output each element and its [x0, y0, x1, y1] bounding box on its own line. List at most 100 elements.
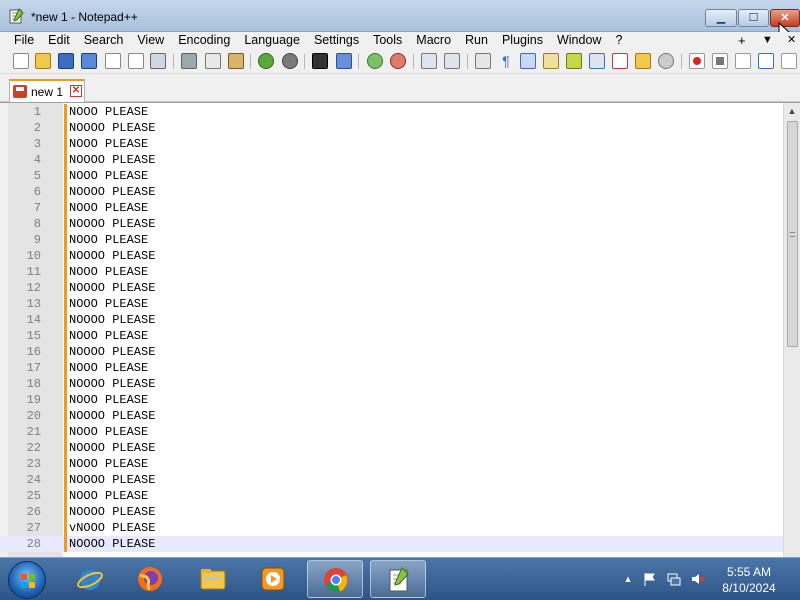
editor-line[interactable]: 4 NOOOO PLEASE [0, 152, 783, 168]
line-text[interactable]: NOOOO PLEASE [69, 216, 155, 232]
volume-muted-icon[interactable] [691, 572, 705, 586]
menu-macro[interactable]: Macro [409, 32, 458, 49]
paste-icon[interactable] [228, 53, 244, 69]
editor-line[interactable]: 20 NOOOO PLEASE [0, 408, 783, 424]
line-text[interactable]: NOOO PLEASE [69, 136, 148, 152]
menu-edit[interactable]: Edit [41, 32, 77, 49]
editor-line[interactable]: 7 NOOO PLEASE [0, 200, 783, 216]
line-text[interactable]: NOOOO PLEASE [69, 536, 155, 552]
taskbar-chrome[interactable] [307, 560, 363, 598]
menu-file[interactable]: File [7, 32, 41, 49]
monitoring-icon[interactable] [658, 53, 674, 69]
menu-view[interactable]: View [130, 32, 171, 49]
line-text[interactable]: NOOO PLEASE [69, 456, 148, 472]
word-wrap-icon[interactable] [475, 53, 491, 69]
tab-new-1[interactable]: new 1 ✕ [9, 79, 85, 102]
taskbar-media-player[interactable] [245, 560, 301, 598]
menu-search[interactable]: Search [77, 32, 131, 49]
close-all-icon[interactable] [128, 53, 144, 69]
line-text[interactable]: NOOO PLEASE [69, 424, 148, 440]
print-icon[interactable] [150, 53, 166, 69]
taskbar-file-explorer[interactable] [185, 560, 241, 598]
show-all-characters-icon[interactable]: ¶ [498, 53, 514, 69]
line-text[interactable]: NOOO PLEASE [69, 264, 148, 280]
new-file-icon[interactable] [13, 53, 29, 69]
editor-line[interactable]: 17 NOOO PLEASE [0, 360, 783, 376]
zoom-in-icon[interactable] [367, 53, 383, 69]
line-text[interactable]: vNOOO PLEASE [69, 520, 155, 536]
line-text[interactable]: NOOOO PLEASE [69, 152, 155, 168]
editor-line[interactable]: 27 vNOOO PLEASE [0, 520, 783, 536]
tab-list-dropdown-button[interactable]: ▼ [762, 32, 773, 49]
scroll-thumb[interactable] [787, 121, 798, 347]
cut-icon[interactable] [181, 53, 197, 69]
save-all-icon[interactable] [81, 53, 97, 69]
editor-line[interactable]: 15 NOOO PLEASE [0, 328, 783, 344]
replace-icon[interactable] [336, 53, 352, 69]
sync-horizontal-icon[interactable] [444, 53, 460, 69]
document-map-icon[interactable] [566, 53, 582, 69]
line-text[interactable]: NOOOO PLEASE [69, 120, 155, 136]
line-text[interactable]: NOOOO PLEASE [69, 312, 155, 328]
line-text[interactable]: NOOOO PLEASE [69, 472, 155, 488]
line-text[interactable]: NOOOO PLEASE [69, 344, 155, 360]
editor-line[interactable]: 12 NOOOO PLEASE [0, 280, 783, 296]
record-macro-icon[interactable] [689, 53, 705, 69]
menu-language[interactable]: Language [237, 32, 307, 49]
line-text[interactable]: NOOOO PLEASE [69, 280, 155, 296]
undo-icon[interactable] [258, 53, 274, 69]
taskbar-internet-explorer[interactable] [62, 560, 118, 598]
menu-encoding[interactable]: Encoding [171, 32, 237, 49]
line-text[interactable]: NOOO PLEASE [69, 200, 148, 216]
editor-line[interactable]: 26 NOOOO PLEASE [0, 504, 783, 520]
line-text[interactable]: NOOOO PLEASE [69, 184, 155, 200]
system-clock[interactable]: 5:55 AM 8/10/2024 [714, 564, 784, 596]
editor-line[interactable]: 6 NOOOO PLEASE [0, 184, 783, 200]
editor-line[interactable]: 8 NOOOO PLEASE [0, 216, 783, 232]
taskbar-notepad-plus-plus[interactable] [370, 560, 426, 598]
editor-line[interactable]: 14 NOOOO PLEASE [0, 312, 783, 328]
line-text[interactable]: NOOO PLEASE [69, 392, 148, 408]
editor-line[interactable]: 25 NOOO PLEASE [0, 488, 783, 504]
editor-line[interactable]: 3 NOOO PLEASE [0, 136, 783, 152]
taskbar-firefox[interactable] [122, 560, 178, 598]
stop-macro-icon[interactable] [712, 53, 728, 69]
copy-icon[interactable] [205, 53, 221, 69]
menu-tools[interactable]: Tools [366, 32, 409, 49]
save-macro-icon[interactable] [781, 53, 797, 69]
line-text[interactable]: NOOO PLEASE [69, 488, 148, 504]
menu-help[interactable]: ? [608, 32, 629, 49]
line-text[interactable]: NOOOO PLEASE [69, 440, 155, 456]
folder-as-workspace-icon[interactable] [635, 53, 651, 69]
vertical-scrollbar[interactable]: ▲ [783, 103, 800, 558]
editor-line[interactable]: 2 NOOOO PLEASE [0, 120, 783, 136]
user-defined-language-icon[interactable] [543, 53, 559, 69]
line-text[interactable]: NOOOO PLEASE [69, 504, 155, 520]
start-button[interactable] [8, 561, 46, 599]
close-tab-icon[interactable]: ✕ [70, 85, 82, 97]
redo-icon[interactable] [282, 53, 298, 69]
editor-line[interactable]: 18 NOOOO PLEASE [0, 376, 783, 392]
text-area[interactable]: 1 NOOO PLEASE 2 NOOOO PLEASE 3 NOOO PLEASE 4 NO… [0, 104, 783, 552]
menu-window[interactable]: Window [550, 32, 608, 49]
scroll-up-arrow[interactable]: ▲ [784, 103, 800, 119]
line-text[interactable]: NOOOO PLEASE [69, 376, 155, 392]
minimize-button[interactable]: ▁ [705, 9, 737, 27]
editor-line[interactable]: 28 NOOOO PLEASE [0, 536, 783, 552]
show-hidden-icons-button[interactable]: ▲ [621, 572, 635, 586]
editor-line[interactable]: 9 NOOO PLEASE [0, 232, 783, 248]
zoom-out-icon[interactable] [390, 53, 406, 69]
line-text[interactable]: NOOOO PLEASE [69, 248, 155, 264]
editor-line[interactable]: 1 NOOO PLEASE [0, 104, 783, 120]
editor-line[interactable]: 13 NOOO PLEASE [0, 296, 783, 312]
editor-line[interactable]: 19 NOOO PLEASE [0, 392, 783, 408]
editor-line[interactable]: 24 NOOOO PLEASE [0, 472, 783, 488]
menu-plugins[interactable]: Plugins [495, 32, 550, 49]
line-text[interactable]: NOOO PLEASE [69, 168, 148, 184]
indent-guide-icon[interactable] [520, 53, 536, 69]
play-macro-icon[interactable] [735, 53, 751, 69]
close-file-icon[interactable] [105, 53, 121, 69]
editor-line[interactable]: 11 NOOO PLEASE [0, 264, 783, 280]
menu-settings[interactable]: Settings [307, 32, 366, 49]
document-list-icon[interactable] [589, 53, 605, 69]
